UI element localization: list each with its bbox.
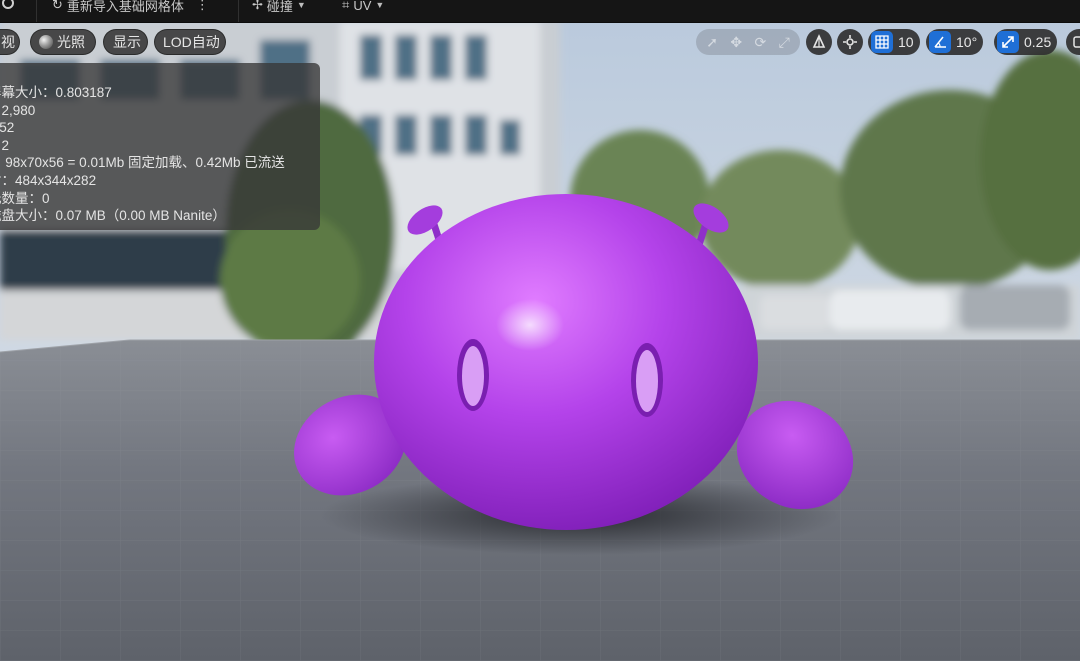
surface-snap-icon [812, 34, 826, 48]
viewport[interactable]: ↻ 重新导入基础网格体 ⋮ ✢ 碰撞 ▼ ⌗ UV ▼ 视 光照 显示 LOD自… [0, 0, 1080, 661]
camera-speed-icon [843, 35, 857, 49]
scale-icon[interactable]: ⤢ [779, 34, 790, 51]
show-label: 显示 [113, 34, 141, 50]
rotate-icon[interactable]: ⟳ [754, 34, 766, 51]
view-mode-label: 视 [1, 34, 15, 50]
stat-distance-field: ： 98x70x56 = 0.01Mb 固定加载、0.42Mb 已流送 [0, 155, 285, 171]
mesh-stats-overlay: 屏幕大小：0.803187 ：2,980 ,852 ：2 ： 98x70x56 … [0, 63, 320, 230]
uv-icon: ⌗ [342, 0, 350, 12]
stat-vertices: ,852 [0, 120, 15, 136]
search-icon[interactable] [0, 0, 20, 16]
scale-snap-icon[interactable] [997, 31, 1019, 53]
asset-editor-toolbar: ↻ 重新导入基础网格体 ⋮ ✢ 碰撞 ▼ ⌗ UV ▼ [0, 0, 1080, 23]
select-icon[interactable]: ➚ [706, 34, 718, 51]
lighting-label: 光照 [57, 34, 85, 50]
lighting-mode-button[interactable]: 光照 [30, 29, 96, 55]
surface-snap-button[interactable] [806, 29, 832, 55]
reimport-base-mesh-button[interactable]: ↻ 重新导入基础网格体 ⋮ [52, 0, 209, 16]
grid-snap-value: 10 [898, 34, 914, 50]
move-icon[interactable]: ✥ [730, 34, 742, 51]
chevron-down-icon: ▼ [296, 0, 306, 10]
transform-tools-group: ➚ ✥ ⟳ ⤢ [696, 29, 800, 55]
more-vertical-icon[interactable]: ⋮ [196, 0, 209, 13]
chevron-down-icon: ▼ [375, 0, 385, 10]
reimport-base-mesh-label: 重新导入基础网格体 [66, 0, 184, 14]
grid-snap-control[interactable]: 10 [868, 29, 920, 55]
stat-triangles: ：2,980 [0, 102, 36, 118]
lod-auto-button[interactable]: LOD自动 [154, 29, 226, 55]
camera-speed-button[interactable] [837, 29, 863, 55]
lod-label: LOD自动 [163, 34, 220, 50]
grid-icon[interactable] [871, 31, 893, 53]
collision-icon: ✢ [252, 0, 263, 12]
collision-menu[interactable]: ✢ 碰撞 ▼ [252, 0, 306, 16]
rotation-snap-control[interactable]: 10° [926, 29, 984, 55]
stat-uv-channels: ：2 [0, 137, 10, 153]
stat-screen-size: 屏幕大小：0.803187 [0, 85, 112, 100]
rotation-snap-value: 10° [956, 34, 978, 50]
uv-label: UV [353, 0, 372, 13]
stat-approx-size: 寸：484x344x282 [0, 172, 97, 188]
lighting-sphere-icon [39, 35, 53, 49]
reimport-icon: ↻ [52, 0, 63, 12]
stat-disk-size: 磁盘大小：0.07 MB（0.00 MB Nanite） [0, 208, 226, 224]
scale-snap-control[interactable]: 0.25 [994, 29, 1058, 55]
uv-menu[interactable]: ⌗ UV ▼ [342, 0, 384, 16]
collision-label: 碰撞 [266, 0, 293, 14]
stat-primitive-count: 元数量：0 [0, 190, 50, 206]
scale-snap-value: 0.25 [1024, 34, 1052, 50]
angle-icon[interactable] [929, 31, 951, 53]
show-menu-button[interactable]: 显示 [103, 29, 148, 55]
maximize-icon [1073, 36, 1080, 48]
